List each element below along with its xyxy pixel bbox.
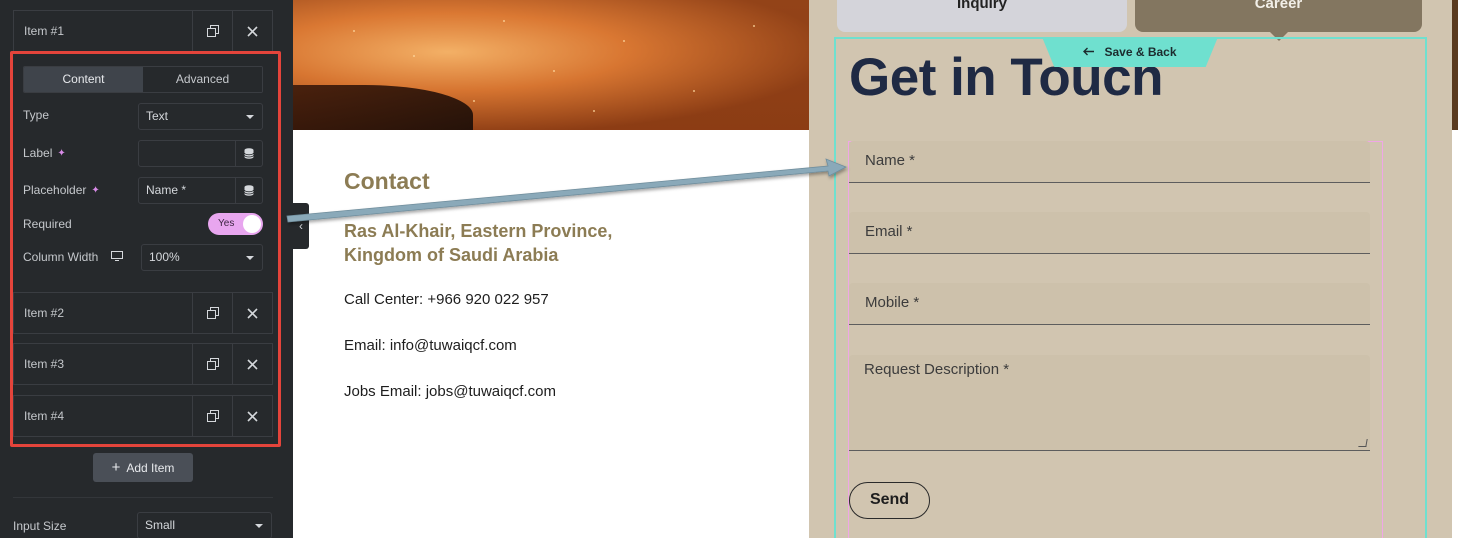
email-field-placeholder: Email * — [865, 223, 913, 240]
repeater-item-4[interactable]: Item #4 — [13, 395, 273, 437]
spark — [693, 90, 695, 92]
mobile-field[interactable]: Mobile * — [849, 283, 1370, 325]
name-field-placeholder: Name * — [865, 152, 916, 169]
add-item-label: Add Item — [126, 460, 175, 475]
address-line-1: Ras Al-Khair, Eastern Province, — [344, 221, 613, 241]
add-item-button[interactable]: + Add Item — [93, 453, 193, 482]
placeholder-label: Placeholder ✦ — [23, 183, 100, 197]
tab-inquiry[interactable]: Inquiry — [837, 0, 1127, 32]
type-label: Type — [23, 108, 49, 122]
repeater-item-label[interactable]: Item #1 — [14, 11, 192, 51]
column-width-label: Column Width — [23, 250, 124, 264]
placeholder-label-text: Placeholder — [23, 183, 87, 197]
spark — [353, 30, 355, 32]
column-width-label-text: Column Width — [23, 250, 99, 264]
required-toggle[interactable]: Yes — [208, 213, 263, 235]
email-line: Email: info@tuwaiqcf.com — [344, 337, 517, 354]
address-line-2: Kingdom of Saudi Arabia — [344, 245, 559, 265]
type-label-text: Type — [23, 108, 50, 122]
label-label-text: Label — [23, 146, 53, 160]
placeholder-input-value: Name * — [146, 183, 187, 197]
hero-image — [293, 0, 809, 130]
repeater-item-1[interactable]: Item #1 — [13, 10, 273, 52]
tab-content[interactable]: Content — [24, 67, 143, 92]
column-width-select[interactable]: 100% — [141, 244, 263, 271]
mobile-field-placeholder: Mobile * — [865, 294, 920, 311]
required-label-text: Required — [23, 217, 72, 231]
duplicate-icon[interactable] — [192, 344, 232, 384]
divider — [13, 497, 273, 498]
repeater-item-label[interactable]: Item #2 — [14, 293, 192, 333]
request-description-field[interactable]: Request Description * — [849, 355, 1370, 451]
dynamic-tags-icon[interactable] — [235, 178, 262, 203]
close-icon[interactable] — [232, 11, 272, 51]
dynamic-tags-icon[interactable] — [235, 141, 262, 166]
spark — [413, 55, 415, 57]
active-tab-pointer — [1270, 32, 1288, 41]
contact-heading: Contact — [344, 168, 430, 194]
spark — [473, 100, 475, 102]
close-icon[interactable] — [232, 293, 272, 333]
collapse-panel-button[interactable]: ‹ — [293, 203, 309, 249]
chevron-down-icon — [255, 524, 263, 528]
duplicate-icon[interactable] — [192, 293, 232, 333]
save-back-label: Save & Back — [1104, 45, 1177, 59]
type-select-value: Text — [146, 109, 169, 123]
label-label: Label ✦ — [23, 146, 66, 160]
chevron-down-icon — [246, 256, 254, 260]
close-icon[interactable] — [232, 344, 272, 384]
chevron-down-icon — [246, 115, 254, 119]
chevron-left-icon: ‹ — [299, 219, 303, 233]
spark — [593, 110, 595, 112]
placeholder-input[interactable]: Name * — [138, 177, 263, 204]
tab-career-label: Career — [1254, 0, 1303, 12]
spark — [623, 40, 625, 42]
tab-advanced[interactable]: Advanced — [143, 67, 262, 92]
jobs-email-line: Jobs Email: jobs@tuwaiqcf.com — [344, 383, 556, 400]
hero-image-edge — [1452, 0, 1458, 130]
plus-icon: + — [111, 459, 121, 476]
input-size-value: Small — [145, 518, 176, 532]
label-input[interactable] — [138, 140, 263, 167]
input-size-label-text: Input Size — [13, 519, 67, 533]
email-field[interactable]: Email * — [849, 212, 1370, 254]
repeater-item-label[interactable]: Item #3 — [14, 344, 192, 384]
spark — [553, 70, 555, 72]
column-width-value: 100% — [149, 250, 180, 264]
close-icon[interactable] — [232, 396, 272, 436]
settings-tabs: Content Advanced — [23, 66, 263, 93]
required-toggle-text: Yes — [218, 218, 235, 229]
repeater-item-3[interactable]: Item #3 — [13, 343, 273, 385]
repeater-item-label[interactable]: Item #4 — [14, 396, 192, 436]
required-label: Required — [23, 217, 72, 231]
name-field[interactable]: Name * — [849, 141, 1370, 183]
type-select[interactable]: Text — [138, 103, 263, 130]
toggle-knob — [243, 215, 261, 233]
input-size-select[interactable]: Small — [137, 512, 272, 538]
tab-inquiry-label: Inquiry — [956, 0, 1007, 12]
ai-sparkle-icon[interactable]: ✦ — [91, 185, 99, 196]
duplicate-icon[interactable] — [192, 396, 232, 436]
spark — [503, 20, 505, 22]
spark — [753, 25, 755, 27]
save-back-button[interactable]: Save & Back — [1042, 37, 1218, 67]
hero-ridge — [293, 85, 473, 130]
repeater-item-1-settings: Content Advanced Type Text Label ✦ Place… — [13, 55, 273, 280]
duplicate-icon[interactable] — [192, 11, 232, 51]
send-button[interactable]: Send — [849, 482, 930, 519]
tab-career[interactable]: Career — [1135, 0, 1422, 32]
editor-panel: Item #1 Content Advanced Type Text Label… — [0, 0, 293, 538]
arrow-left-icon — [1083, 45, 1095, 59]
ai-sparkle-icon[interactable]: ✦ — [57, 148, 65, 159]
input-size-label: Input Size — [13, 519, 66, 533]
address: Ras Al-Khair, Eastern Province, Kingdom … — [344, 219, 664, 267]
request-description-placeholder: Request Description * — [864, 361, 1010, 378]
desktop-icon[interactable] — [111, 250, 124, 264]
repeater-item-2[interactable]: Item #2 — [13, 292, 273, 334]
resize-handle-icon[interactable] — [1358, 439, 1368, 447]
call-center: Call Center: +966 920 022 957 — [344, 291, 549, 308]
